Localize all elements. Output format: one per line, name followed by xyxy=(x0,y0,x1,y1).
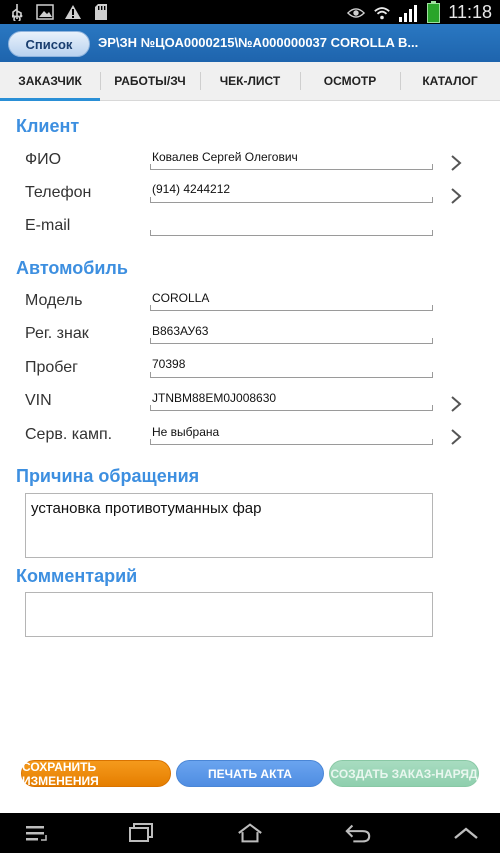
clock: 11:18 xyxy=(448,2,492,22)
tab-inspection[interactable]: ОСМОТР xyxy=(300,62,400,100)
mileage-label: Пробег xyxy=(25,359,79,376)
campaign-field[interactable] xyxy=(150,439,433,445)
plate-label: Рег. знак xyxy=(25,325,89,342)
navigation-bar xyxy=(0,813,500,853)
mileage-value: 70398 xyxy=(152,357,186,371)
phone-value: (914) 4244212 xyxy=(152,182,231,196)
print-act-button[interactable]: ПЕЧАТЬ АКТА xyxy=(176,760,324,787)
campaign-label: Серв. камп. xyxy=(25,426,113,443)
phone-field[interactable] xyxy=(150,197,433,203)
list-back-button[interactable]: Список xyxy=(8,31,90,57)
plate-value: В863АУ63 xyxy=(152,324,209,338)
image-icon xyxy=(36,3,54,21)
model-field[interactable] xyxy=(150,305,433,311)
mileage-field[interactable] xyxy=(150,372,433,378)
campaign-chevron-icon[interactable] xyxy=(449,428,463,446)
vin-label: VIN xyxy=(25,392,52,409)
tab-customer[interactable]: ЗАКАЗЧИК xyxy=(0,62,100,101)
signal-icon xyxy=(399,4,419,22)
name-value: Ковалев Сергей Олегович xyxy=(152,150,298,164)
battery-icon xyxy=(427,0,441,23)
sd-card-icon xyxy=(92,3,110,21)
reason-textarea[interactable]: установка противотуманных фар xyxy=(25,493,433,558)
name-label: ФИО xyxy=(25,151,62,168)
email-label: E-mail xyxy=(25,217,71,234)
vin-chevron-icon[interactable] xyxy=(449,395,463,413)
name-chevron-icon[interactable] xyxy=(449,154,463,172)
phone-chevron-icon[interactable] xyxy=(449,187,463,205)
tab-catalog[interactable]: КАТАЛОГ xyxy=(400,62,500,100)
vin-field[interactable] xyxy=(150,405,433,411)
home-icon[interactable] xyxy=(236,821,264,845)
tab-works-parts[interactable]: РАБОТЫ/ЗЧ xyxy=(100,62,200,100)
tab-checklist[interactable]: ЧЕК-ЛИСТ xyxy=(200,62,300,100)
page-title: ЭР\ЗН №ЦОА0000215\№А000000037 COROLLA В.… xyxy=(98,35,419,50)
phone-label: Телефон xyxy=(25,184,92,201)
tab-bar: ЗАКАЗЧИК РАБОТЫ/ЗЧ ЧЕК-ЛИСТ ОСМОТР КАТАЛ… xyxy=(0,62,500,101)
usb-icon xyxy=(8,3,26,21)
title-bar: Список ЭР\ЗН №ЦОА0000215\№А000000037 COR… xyxy=(0,24,500,62)
recent-apps-icon[interactable] xyxy=(127,821,155,845)
model-value: COROLLA xyxy=(152,291,210,305)
back-icon[interactable] xyxy=(344,821,372,845)
comment-textarea[interactable] xyxy=(25,592,433,637)
expand-icon[interactable] xyxy=(452,821,480,845)
vin-value: JTNBM88EM0J008630 xyxy=(152,391,277,405)
model-label: Модель xyxy=(25,292,83,309)
wifi-icon xyxy=(373,4,391,22)
save-changes-button[interactable]: СОХРАНИТЬ ИЗМЕНЕНИЯ xyxy=(21,760,171,788)
name-field[interactable] xyxy=(150,164,433,170)
car-section-title: Автомобиль xyxy=(16,258,128,278)
client-section-title: Клиент xyxy=(16,116,80,136)
campaign-value: Не выбрана xyxy=(152,425,220,439)
eye-icon xyxy=(347,4,366,22)
menu-icon[interactable] xyxy=(22,821,50,845)
status-bar: 11:18 xyxy=(0,0,500,24)
reason-section-title: Причина обращения xyxy=(16,466,200,486)
plate-field[interactable] xyxy=(150,338,433,344)
create-order-button[interactable]: СОЗДАТЬ ЗАКАЗ-НАРЯД xyxy=(329,760,479,787)
comment-section-title: Комментарий xyxy=(16,566,138,586)
email-field[interactable] xyxy=(150,230,433,236)
warning-icon xyxy=(64,3,82,21)
